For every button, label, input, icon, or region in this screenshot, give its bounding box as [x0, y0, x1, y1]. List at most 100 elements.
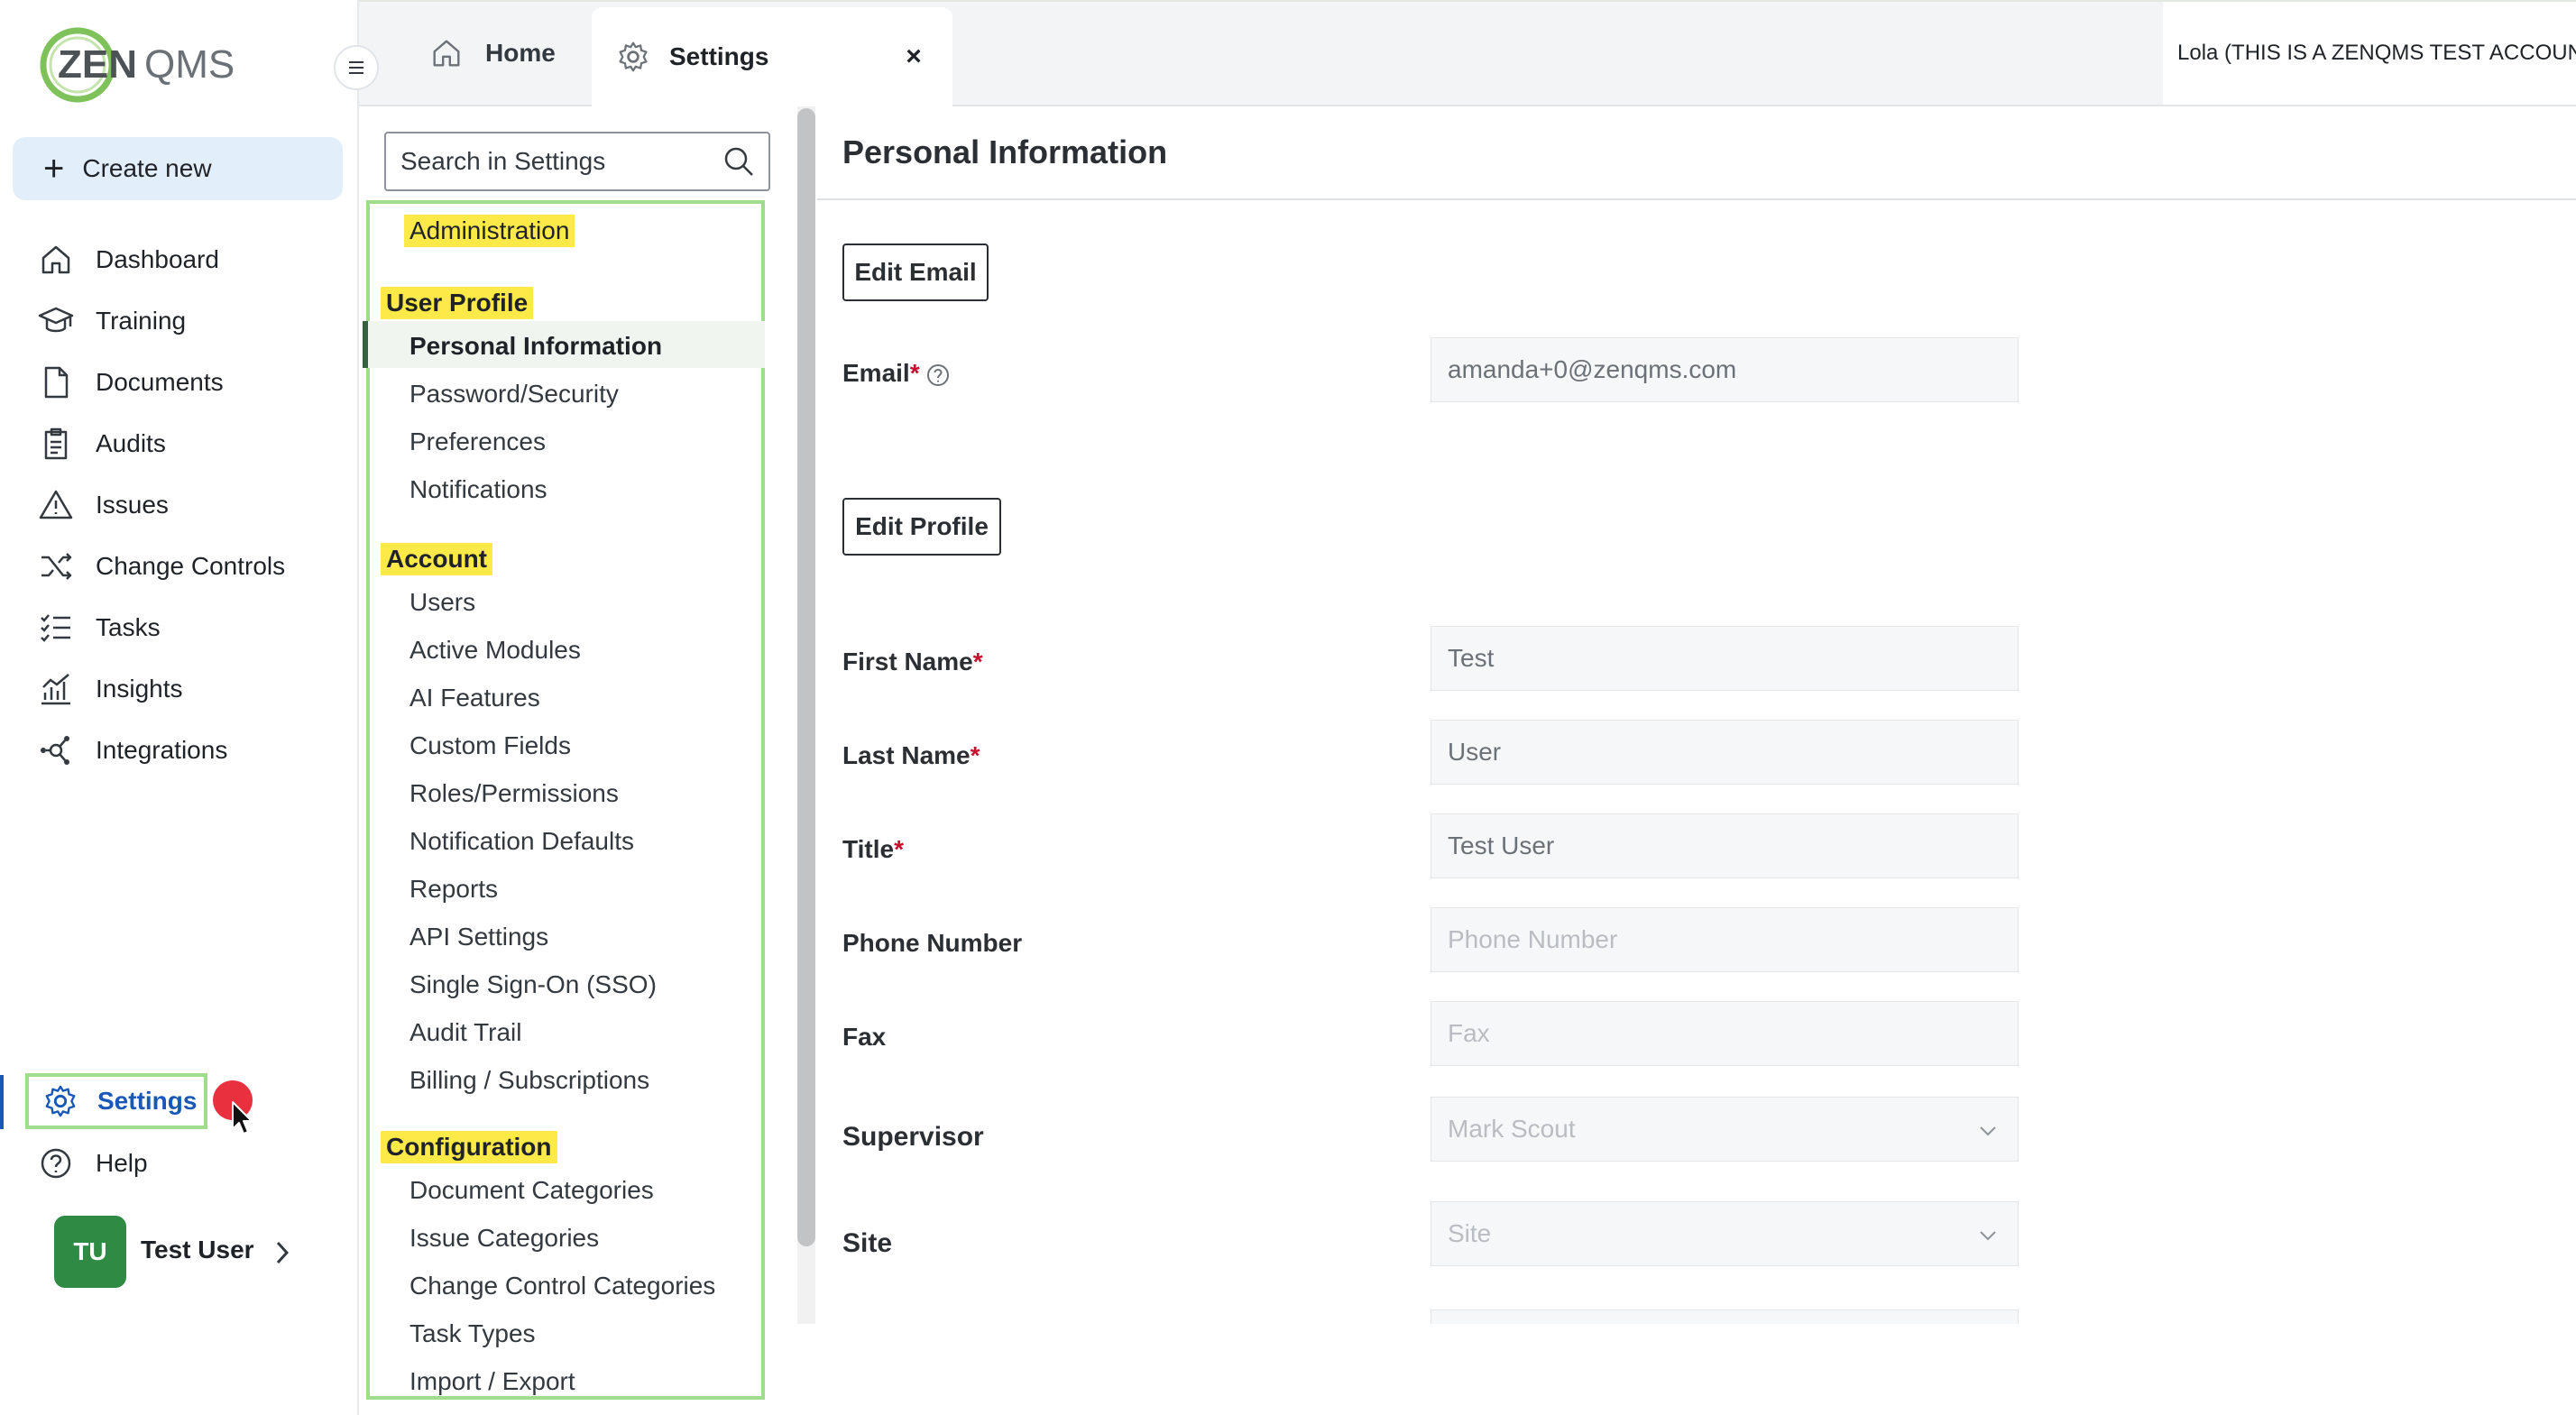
chevron-down-icon	[1980, 1126, 1996, 1136]
close-icon[interactable]: ×	[898, 41, 929, 72]
supervisor-label: Supervisor	[842, 1122, 984, 1152]
settings-item-notification-defaults[interactable]: Notification Defaults	[409, 827, 634, 856]
menu-icon	[349, 61, 363, 74]
site-select[interactable]: Site	[1431, 1201, 2019, 1266]
first-name-value: Test	[1448, 644, 1495, 672]
title-field[interactable]: Test User	[1431, 813, 2019, 878]
mouse-cursor-icon	[232, 1101, 253, 1135]
fax-label: Fax	[842, 1023, 887, 1051]
settings-search-input[interactable]: Search in Settings	[384, 132, 770, 191]
settings-item-preferences[interactable]: Preferences	[409, 427, 546, 456]
settings-tree: Administration User Profile Personal Inf…	[363, 200, 765, 1400]
sidebar-item-tasks[interactable]: Tasks	[38, 602, 345, 653]
settings-item-document-categories[interactable]: Document Categories	[409, 1176, 654, 1205]
chart-icon	[41, 674, 70, 705]
first-name-label-text: First Name	[842, 648, 973, 675]
last-name-value: User	[1448, 738, 1502, 766]
create-new-button[interactable]: + Create new	[13, 137, 343, 200]
edit-email-button[interactable]: Edit Email	[842, 243, 989, 301]
logo-text-zen: ZEN	[58, 42, 137, 87]
email-label-text: Email	[842, 359, 910, 387]
section-account: Account	[381, 543, 492, 575]
create-new-label: Create new	[82, 154, 212, 182]
settings-item-users[interactable]: Users	[409, 588, 475, 617]
sidebar-item-dashboard[interactable]: Dashboard	[38, 234, 345, 285]
sidebar-item-help[interactable]: Help	[38, 1138, 345, 1189]
sidebar-item-settings[interactable]: Settings	[25, 1073, 207, 1129]
shuffle-icon	[41, 553, 72, 580]
info-help-icon[interactable]	[925, 363, 951, 388]
chevron-right-icon[interactable]	[271, 1237, 294, 1268]
network-icon	[41, 736, 69, 765]
sidebar-item-label: Integrations	[96, 736, 228, 764]
sidebar-item-label: Audits	[96, 429, 166, 457]
settings-item-personal-information[interactable]: Personal Information	[409, 332, 662, 361]
supervisor-value: Mark Scout	[1448, 1115, 1576, 1143]
account-name: Lola (THIS IS A ZENQMS TEST ACCOUNT	[2177, 41, 2576, 65]
required-marker: *	[894, 835, 904, 863]
sidebar-collapse-button[interactable]	[334, 45, 379, 90]
sidebar-item-audits[interactable]: Audits	[38, 418, 345, 469]
settings-item-password-security[interactable]: Password/Security	[409, 380, 619, 409]
settings-item-import-export[interactable]: Import / Export	[409, 1367, 575, 1396]
tab-label: Home	[485, 39, 556, 67]
search-icon[interactable]	[722, 144, 756, 179]
tab-settings[interactable]: Settings ×	[592, 7, 952, 106]
fax-field[interactable]: Fax	[1431, 1001, 2019, 1066]
account-label[interactable]: Lola (THIS IS A ZENQMS TEST ACCOUNT	[2163, 2, 2576, 105]
gear-icon	[45, 1085, 76, 1117]
settings-item-custom-fields[interactable]: Custom Fields	[409, 731, 571, 760]
settings-item-audit-trail[interactable]: Audit Trail	[409, 1018, 522, 1047]
avatar[interactable]: TU	[54, 1216, 126, 1288]
settings-item-administration[interactable]: Administration	[404, 215, 575, 247]
logo-text-qms: QMS	[144, 42, 235, 87]
sidebar-item-change-controls[interactable]: Change Controls	[38, 541, 345, 592]
settings-item-notifications[interactable]: Notifications	[409, 475, 547, 504]
sidebar-item-label: Issues	[96, 491, 169, 519]
clipboard-icon	[44, 427, 68, 460]
section-user-profile: User Profile	[381, 287, 534, 319]
sidebar-item-label: Dashboard	[96, 245, 219, 273]
fax-placeholder: Fax	[1448, 1019, 1490, 1047]
active-indicator	[0, 1075, 4, 1129]
last-name-field[interactable]: User	[1431, 720, 2019, 785]
settings-item-billing[interactable]: Billing / Subscriptions	[409, 1066, 649, 1095]
first-name-field[interactable]: Test	[1431, 626, 2019, 691]
settings-item-api-settings[interactable]: API Settings	[409, 923, 548, 951]
tab-label: Settings	[669, 42, 769, 70]
tab-home[interactable]: Home	[359, 2, 590, 105]
sidebar-item-training[interactable]: Training	[38, 296, 345, 346]
sidebar-item-issues[interactable]: Issues	[38, 480, 345, 530]
settings-item-active-modules[interactable]: Active Modules	[409, 636, 581, 665]
home-icon	[41, 245, 70, 274]
sidebar-item-integrations[interactable]: Integrations	[38, 725, 345, 776]
zenqms-logo[interactable]: ZEN QMS	[38, 23, 245, 106]
site-label: Site	[842, 1228, 893, 1258]
settings-item-change-control-categories[interactable]: Change Control Categories	[409, 1272, 715, 1300]
settings-item-sso[interactable]: Single Sign-On (SSO)	[409, 970, 657, 999]
settings-item-reports[interactable]: Reports	[409, 875, 498, 904]
settings-scrollbar-thumb[interactable]	[797, 108, 815, 1246]
settings-label: Settings	[97, 1087, 198, 1115]
first-name-label: First Name*	[842, 648, 983, 676]
gear-icon	[619, 41, 648, 72]
sidebar-item-label: Change Controls	[96, 552, 286, 580]
email-field[interactable]: amanda+0@zenqms.com	[1431, 337, 2019, 402]
email-label: Email*	[842, 359, 920, 388]
edit-profile-button[interactable]: Edit Profile	[842, 498, 1001, 556]
settings-item-issue-categories[interactable]: Issue Categories	[409, 1224, 599, 1253]
settings-item-ai-features[interactable]: AI Features	[409, 684, 540, 712]
settings-item-roles-permissions[interactable]: Roles/Permissions	[409, 779, 619, 808]
home-icon	[433, 40, 460, 67]
sidebar-item-insights[interactable]: Insights	[38, 664, 345, 714]
help-label: Help	[96, 1149, 148, 1177]
title-label: Title*	[842, 835, 904, 864]
sidebar-item-label: Tasks	[96, 613, 161, 641]
last-name-label: Last Name*	[842, 741, 980, 770]
supervisor-select[interactable]: Mark Scout	[1431, 1097, 2019, 1162]
user-name[interactable]: Test User	[141, 1236, 254, 1264]
phone-number-field[interactable]: Phone Number	[1431, 907, 2019, 972]
section-configuration: Configuration	[381, 1131, 557, 1163]
sidebar-item-documents[interactable]: Documents	[38, 357, 345, 408]
settings-item-task-types[interactable]: Task Types	[409, 1319, 536, 1348]
